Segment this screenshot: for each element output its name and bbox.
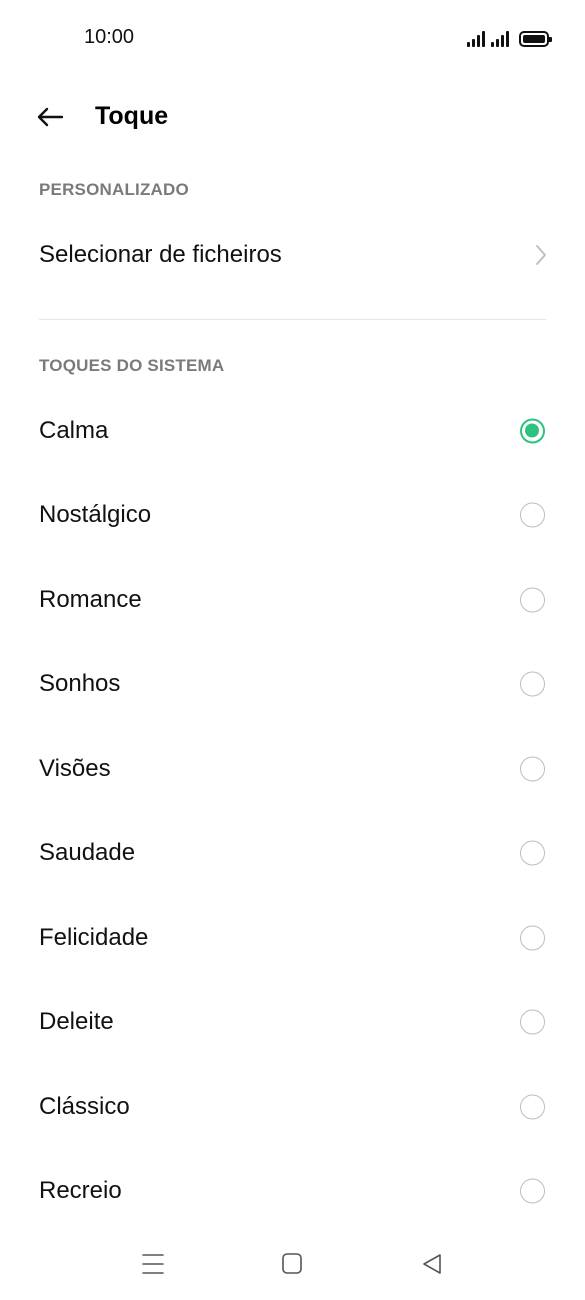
nav-back-button[interactable] bbox=[410, 1243, 454, 1287]
ringtone-label: Recreio bbox=[39, 1177, 122, 1204]
radio-unselected[interactable] bbox=[520, 502, 545, 528]
divider bbox=[39, 319, 546, 320]
ringtone-item-deleite[interactable]: Deleite bbox=[0, 980, 585, 1064]
radio-unselected[interactable] bbox=[520, 925, 545, 951]
battery-icon bbox=[519, 31, 552, 47]
select-from-files-item[interactable]: Selecionar de ficheiros bbox=[0, 213, 585, 297]
radio-selected[interactable] bbox=[520, 418, 545, 444]
ringtone-item-saudade[interactable]: Saudade bbox=[0, 811, 585, 895]
ringtone-item-visoes[interactable]: Visões bbox=[0, 727, 585, 811]
status-icons bbox=[467, 27, 552, 47]
back-button[interactable] bbox=[28, 96, 74, 138]
radio-unselected[interactable] bbox=[520, 1094, 545, 1120]
radio-unselected[interactable] bbox=[520, 756, 545, 782]
radio-unselected[interactable] bbox=[520, 1009, 545, 1035]
ringtone-label: Calma bbox=[39, 417, 109, 444]
ringtone-label: Nostálgico bbox=[39, 501, 152, 528]
ringtone-item-romance[interactable]: Romance bbox=[0, 558, 585, 642]
page-title: Toque bbox=[95, 102, 169, 130]
ringtone-label: Felicidade bbox=[39, 924, 149, 951]
ringtone-label: Romance bbox=[39, 586, 142, 613]
ringtone-item-nostalgico[interactable]: Nostálgico bbox=[0, 473, 585, 557]
status-bar: 10:00 bbox=[0, 0, 585, 75]
select-from-files-label: Selecionar de ficheiros bbox=[39, 241, 282, 268]
radio-unselected[interactable] bbox=[520, 671, 545, 697]
header: Toque bbox=[0, 88, 585, 146]
arrow-left-icon bbox=[37, 107, 64, 127]
ringtone-item-calma[interactable]: Calma bbox=[0, 389, 585, 473]
home-button[interactable] bbox=[270, 1243, 314, 1287]
chevron-right-icon bbox=[536, 245, 546, 265]
recent-apps-button[interactable] bbox=[131, 1243, 175, 1287]
ringtone-label: Sonhos bbox=[39, 670, 121, 697]
ringtone-item-felicidade[interactable]: Felicidade bbox=[0, 896, 585, 980]
radio-unselected[interactable] bbox=[520, 1178, 545, 1204]
ringtone-screen: 10:00 Toque PERSONALIZADO Selecionar de … bbox=[0, 0, 585, 1300]
home-icon bbox=[282, 1253, 302, 1274]
ringtone-label: Visões bbox=[39, 755, 111, 782]
signal-icon bbox=[491, 31, 509, 47]
navigation-bar bbox=[0, 1235, 585, 1295]
ringtone-label: Saudade bbox=[39, 839, 136, 866]
menu-icon bbox=[142, 1254, 164, 1274]
radio-unselected[interactable] bbox=[520, 587, 545, 613]
ringtone-item-sonhos[interactable]: Sonhos bbox=[0, 642, 585, 726]
back-triangle-icon bbox=[423, 1254, 441, 1274]
signal-icon bbox=[467, 31, 485, 47]
ringtone-item-recreio[interactable]: Recreio bbox=[0, 1149, 585, 1233]
section-label-custom: PERSONALIZADO bbox=[39, 180, 189, 199]
radio-unselected[interactable] bbox=[520, 840, 545, 866]
status-time: 10:00 bbox=[84, 26, 135, 48]
ringtone-label: Clássico bbox=[39, 1093, 130, 1120]
ringtone-label: Deleite bbox=[39, 1008, 114, 1035]
section-label-system: TOQUES DO SISTEMA bbox=[39, 356, 225, 375]
ringtone-item-classico[interactable]: Clássico bbox=[0, 1065, 585, 1149]
